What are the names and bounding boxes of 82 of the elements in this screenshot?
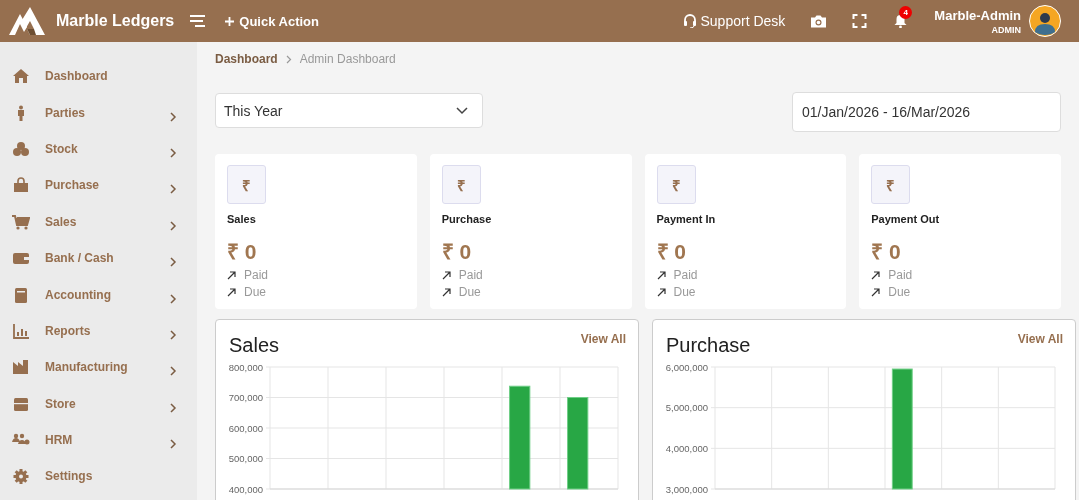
axis-tick-label: 700,000 [228, 392, 263, 403]
chart-title: Sales [229, 334, 280, 357]
bag-icon [12, 177, 30, 194]
sidebar-item[interactable]: Settings [0, 458, 197, 495]
support-desk-button[interactable]: Support Desk [682, 13, 786, 29]
card-stat-label: Due [458, 285, 481, 299]
headset-icon [682, 14, 697, 28]
chevron-right-icon [285, 54, 292, 64]
user-name: Marble-Admin [934, 7, 1021, 23]
arrow-up-right-icon [227, 270, 236, 280]
chart-title: Purchase [666, 334, 751, 357]
sidebar-item[interactable]: Sales [0, 203, 197, 240]
sidebar-item[interactable]: Purchase [0, 167, 197, 204]
settings-icon [12, 468, 30, 485]
axis-tick-label: 500,000 [228, 453, 263, 464]
arrow-up-right-icon [871, 287, 881, 297]
date-range-field[interactable]: 01/Jan/2026 - 16/Mar/2026 [792, 92, 1061, 132]
axis-tick-label: 800,000 [228, 361, 263, 373]
avatar[interactable] [1029, 5, 1061, 37]
factory-icon [12, 359, 30, 376]
card-amount: ₹ 0 [227, 239, 258, 265]
arrow-up-right-icon [441, 270, 451, 280]
view-all-link[interactable]: View All [580, 332, 626, 357]
currency-icon: ₹ [656, 165, 696, 204]
card-stat-label: Due [673, 285, 696, 299]
sidebar-item[interactable]: Parties [0, 94, 197, 131]
arrow-up-right-icon [871, 270, 881, 280]
view-all-link[interactable]: View All [1017, 332, 1063, 357]
card-stat-label: Paid [888, 268, 913, 282]
sidebar-item[interactable]: Accounting [0, 276, 197, 313]
axis-tick-label: 5,000,000 [665, 402, 708, 414]
wallet-icon [12, 250, 30, 267]
menu-icon[interactable] [190, 14, 207, 28]
home-icon [12, 68, 30, 85]
card-stat-label: Paid [673, 268, 698, 282]
currency-icon: ₹ [441, 165, 481, 204]
card-title: Purchase [441, 213, 493, 225]
axis-tick-label: 6,000,000 [665, 361, 708, 373]
axis-tick-label: 4,000,000 [665, 442, 708, 454]
camera-icon[interactable] [811, 14, 827, 28]
arrow-up-right-icon [441, 287, 451, 297]
breadcrumb-item[interactable]: Dashboard [215, 52, 278, 66]
card-amount: ₹ 0 [871, 239, 902, 265]
card-stat-label: Due [888, 285, 911, 299]
card-amount: ₹ 0 [441, 239, 473, 265]
arrow-up-right-icon [227, 287, 236, 297]
sidebar-item[interactable]: HRM [0, 421, 197, 459]
user-role: ADMIN [991, 24, 1021, 35]
chevron-down-icon [456, 106, 468, 115]
sidebar-item[interactable]: Reports [0, 312, 197, 350]
arrow-up-right-icon [656, 270, 666, 280]
sidebar-item[interactable]: Manufacturing [0, 349, 197, 386]
currency-icon: ₹ [227, 165, 266, 204]
quick-action-button[interactable]: Quick Action [225, 13, 319, 29]
card-stat-label: Paid [244, 268, 269, 282]
axis-tick-label: 600,000 [228, 422, 263, 434]
box-icon [12, 395, 30, 412]
fullscreen-icon[interactable] [852, 14, 868, 28]
axis-tick-label: 400,000 [228, 483, 263, 495]
period-dropdown[interactable]: This Year [215, 93, 483, 128]
breadcrumb-item: Admin Dashboard [299, 52, 396, 66]
cart-icon [12, 213, 30, 230]
sidebar-item[interactable]: Bank / Cash [0, 239, 197, 277]
axis-tick-label: 3,000,000 [665, 483, 708, 495]
card-amount: ₹ 0 [656, 239, 687, 265]
sidebar-item[interactable]: Store [0, 385, 197, 422]
book-icon [12, 286, 30, 303]
card-title: Sales [227, 213, 257, 225]
card-title: Payment Out [871, 213, 941, 225]
plus-icon [225, 16, 235, 26]
currency-icon: ₹ [871, 165, 911, 204]
brand-name: Marble Ledgers [56, 12, 175, 30]
sidebar-item[interactable]: Dashboard [0, 58, 197, 95]
bar-chart-icon [12, 322, 30, 339]
notification-badge: 4 [899, 6, 913, 19]
logo-icon[interactable] [8, 6, 46, 36]
card-title: Payment In [656, 213, 717, 225]
card-stat-label: Paid [458, 268, 483, 282]
card-stat-label: Due [244, 285, 266, 299]
boxes-icon [12, 140, 30, 157]
arrow-up-right-icon [656, 287, 666, 297]
sidebar-item[interactable]: Stock [0, 130, 197, 168]
